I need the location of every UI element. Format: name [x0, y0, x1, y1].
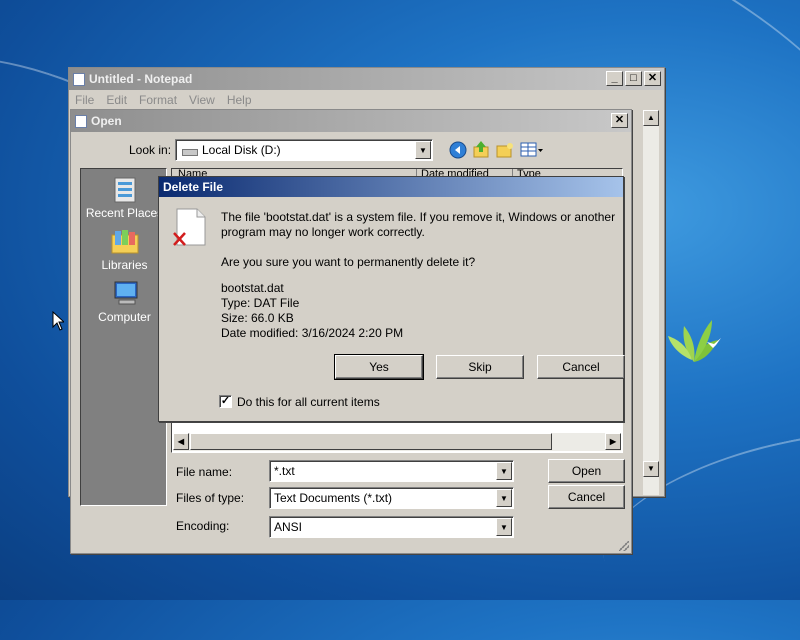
- encoding-value: ANSI: [274, 520, 303, 534]
- chevron-down-icon[interactable]: ▼: [496, 518, 512, 536]
- minimize-button[interactable]: _: [606, 71, 623, 86]
- back-icon[interactable]: [449, 141, 467, 159]
- file-list-hscrollbar[interactable]: ◀ ▶: [173, 433, 621, 451]
- files-of-type-label: Files of type:: [176, 491, 245, 505]
- files-of-type-dropdown[interactable]: Text Documents (*.txt) ▼: [269, 487, 514, 509]
- delete-dialog-title: Delete File: [163, 180, 224, 194]
- system-file-warning-icon: [173, 208, 206, 246]
- new-folder-icon[interactable]: [495, 141, 515, 159]
- scroll-thumb[interactable]: [190, 433, 552, 450]
- file-name-input[interactable]: *.txt ▼: [269, 460, 514, 482]
- notepad-scrollbar[interactable]: ▲ ▼: [643, 110, 659, 495]
- look-in-label: Look in:: [129, 143, 172, 157]
- look-in-value: Local Disk (D:): [202, 143, 281, 157]
- delete-dialog-titlebar[interactable]: Delete File: [159, 177, 623, 197]
- look-in-dropdown[interactable]: Local Disk (D:) ▼: [175, 139, 433, 161]
- up-folder-icon[interactable]: [472, 140, 490, 159]
- chevron-down-icon[interactable]: ▼: [415, 141, 431, 159]
- menu-view[interactable]: View: [183, 93, 221, 107]
- maximize-button[interactable]: □: [625, 71, 642, 86]
- menu-help[interactable]: Help: [221, 93, 258, 107]
- encoding-dropdown[interactable]: ANSI ▼: [269, 516, 514, 538]
- scroll-left-icon[interactable]: ◀: [173, 433, 189, 450]
- cancel-button[interactable]: Cancel: [548, 485, 625, 509]
- drive-icon: [182, 148, 198, 156]
- yes-button[interactable]: Yes: [334, 354, 424, 380]
- chevron-down-icon[interactable]: ▼: [496, 462, 512, 480]
- delete-file-dialog: Delete File The file 'bootstat.dat' is a…: [158, 176, 625, 422]
- menu-edit[interactable]: Edit: [100, 93, 133, 107]
- wallpaper-bird-icon: [707, 338, 721, 348]
- menu-format[interactable]: Format: [133, 93, 183, 107]
- computer-icon: [114, 281, 137, 305]
- close-button[interactable]: ✕: [644, 71, 661, 86]
- files-of-type-value: Text Documents (*.txt): [274, 491, 393, 505]
- notepad-menubar: File Edit Format View Help: [69, 90, 258, 110]
- recent-places-icon: [114, 177, 135, 203]
- libraries-icon: [111, 230, 138, 254]
- mouse-cursor-icon: [52, 311, 64, 331]
- place-recent-places[interactable]: Recent Places: [81, 175, 168, 223]
- delete-message-line1: The file 'bootstat.dat' is a system file…: [221, 210, 616, 224]
- resize-grip-icon[interactable]: [619, 541, 629, 551]
- file-info-type: Type: DAT File: [221, 296, 300, 310]
- place-computer[interactable]: Computer: [81, 279, 168, 327]
- scroll-right-icon[interactable]: ▶: [605, 433, 621, 450]
- open-button[interactable]: Open: [548, 459, 625, 483]
- places-bar: Recent Places Libraries Computer: [80, 168, 167, 506]
- recent-places-label: Recent Places: [85, 206, 164, 220]
- notepad-app-icon: [73, 72, 85, 86]
- libraries-label: Libraries: [101, 258, 148, 272]
- file-info-name: bootstat.dat: [221, 281, 284, 295]
- encoding-label: Encoding:: [176, 519, 230, 533]
- notepad-title: Untitled - Notepad: [89, 72, 193, 86]
- scroll-down-icon[interactable]: ▼: [643, 461, 659, 477]
- notepad-titlebar[interactable]: Untitled - Notepad _ □ ✕: [69, 68, 664, 90]
- close-button[interactable]: ✕: [611, 113, 628, 128]
- delete-message-line2: program may no longer work correctly.: [221, 225, 425, 239]
- skip-button[interactable]: Skip: [436, 355, 524, 379]
- scroll-up-icon[interactable]: ▲: [643, 110, 659, 126]
- menu-file[interactable]: File: [69, 93, 100, 107]
- place-libraries[interactable]: Libraries: [81, 227, 168, 275]
- view-menu-icon[interactable]: [520, 141, 544, 159]
- file-name-value: *.txt: [274, 464, 295, 478]
- file-name-label: File name:: [176, 465, 233, 479]
- cancel-button[interactable]: Cancel: [537, 355, 625, 379]
- notepad-app-icon: [75, 114, 87, 128]
- computer-label: Computer: [98, 310, 151, 324]
- file-info-size: Size: 66.0 KB: [221, 311, 294, 325]
- chevron-down-icon[interactable]: ▼: [496, 489, 512, 507]
- open-dialog-title: Open: [91, 114, 122, 128]
- delete-question: Are you sure you want to permanently del…: [221, 255, 476, 269]
- file-info-date-modified: Date modified: 3/16/2024 2:20 PM: [221, 326, 404, 340]
- apply-to-all-label[interactable]: Do this for all current items: [237, 395, 380, 409]
- open-dialog-titlebar[interactable]: Open ✕: [71, 110, 631, 132]
- apply-to-all-checkbox[interactable]: ✓: [219, 395, 232, 408]
